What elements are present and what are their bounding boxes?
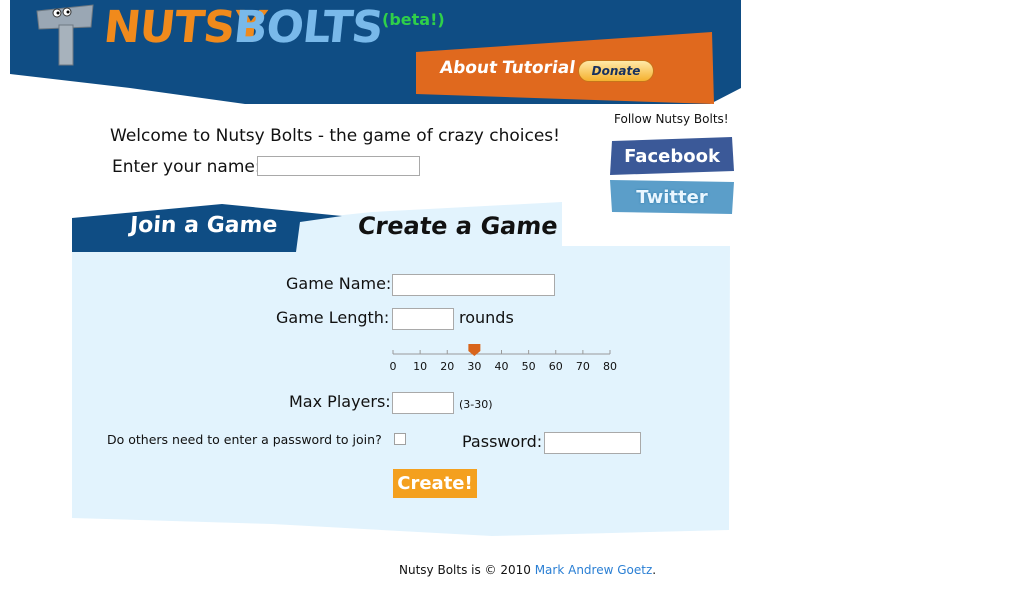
password-label: Password: xyxy=(462,432,543,451)
facebook-button[interactable]: Facebook xyxy=(610,137,734,175)
slider-tick-label: 10 xyxy=(413,360,428,373)
password-required-checkbox[interactable] xyxy=(394,433,406,445)
footer-prefix: Nutsy Bolts is © 2010 xyxy=(399,563,535,577)
slider-tick-label: 20 xyxy=(440,360,455,373)
game-length-label: Game Length: xyxy=(276,308,390,327)
facebook-label: Facebook xyxy=(624,145,720,167)
password-question: Do others need to enter a password to jo… xyxy=(107,432,382,447)
slider-tick-label: 50 xyxy=(521,360,536,373)
rounds-slider[interactable]: 0 10 20 30 40 50 60 70 80 xyxy=(388,342,618,378)
author-link[interactable]: Mark Andrew Goetz xyxy=(535,563,653,577)
game-name-label: Game Name: xyxy=(286,274,392,293)
welcome-text: Welcome to Nutsy Bolts - the game of cra… xyxy=(110,126,560,146)
max-players-input[interactable] xyxy=(392,392,454,414)
game-name-input[interactable] xyxy=(392,274,555,296)
slider-tick-label: 30 xyxy=(467,360,482,373)
tab-join-label[interactable]: Join a Game xyxy=(129,213,278,238)
brand-bolts: BOLTS xyxy=(231,2,386,53)
footer: Nutsy Bolts is © 2010 Mark Andrew Goetz. xyxy=(399,563,656,577)
create-button[interactable]: Create! xyxy=(393,469,477,498)
slider-tick-label: 80 xyxy=(603,360,617,373)
rounds-label: rounds xyxy=(459,308,514,327)
game-length-input[interactable] xyxy=(392,308,454,330)
max-players-hint: (3-30) xyxy=(459,398,493,411)
max-players-label: Max Players: xyxy=(289,392,391,411)
slider-tick-label: 60 xyxy=(548,360,563,373)
hammer-logo-icon xyxy=(36,4,94,66)
slider-tick-label: 0 xyxy=(389,360,397,373)
tab-create-label[interactable]: Create a Game xyxy=(357,212,560,240)
name-label: Enter your name: xyxy=(112,157,261,177)
slider-tick-label: 40 xyxy=(494,360,509,373)
beta-badge: (beta!) xyxy=(382,10,445,29)
footer-suffix: . xyxy=(652,563,657,577)
create-button-label: Create! xyxy=(397,473,473,494)
name-input[interactable] xyxy=(257,156,420,176)
donate-button[interactable]: Donate xyxy=(578,60,654,82)
nav-tutorial-link[interactable]: Tutorial xyxy=(501,58,577,78)
follow-text: Follow Nutsy Bolts! xyxy=(614,112,729,126)
slider-track xyxy=(392,344,611,356)
password-input[interactable] xyxy=(544,432,641,454)
nav-about-link[interactable]: About xyxy=(439,58,499,78)
slider-tick-label: 70 xyxy=(575,360,590,373)
